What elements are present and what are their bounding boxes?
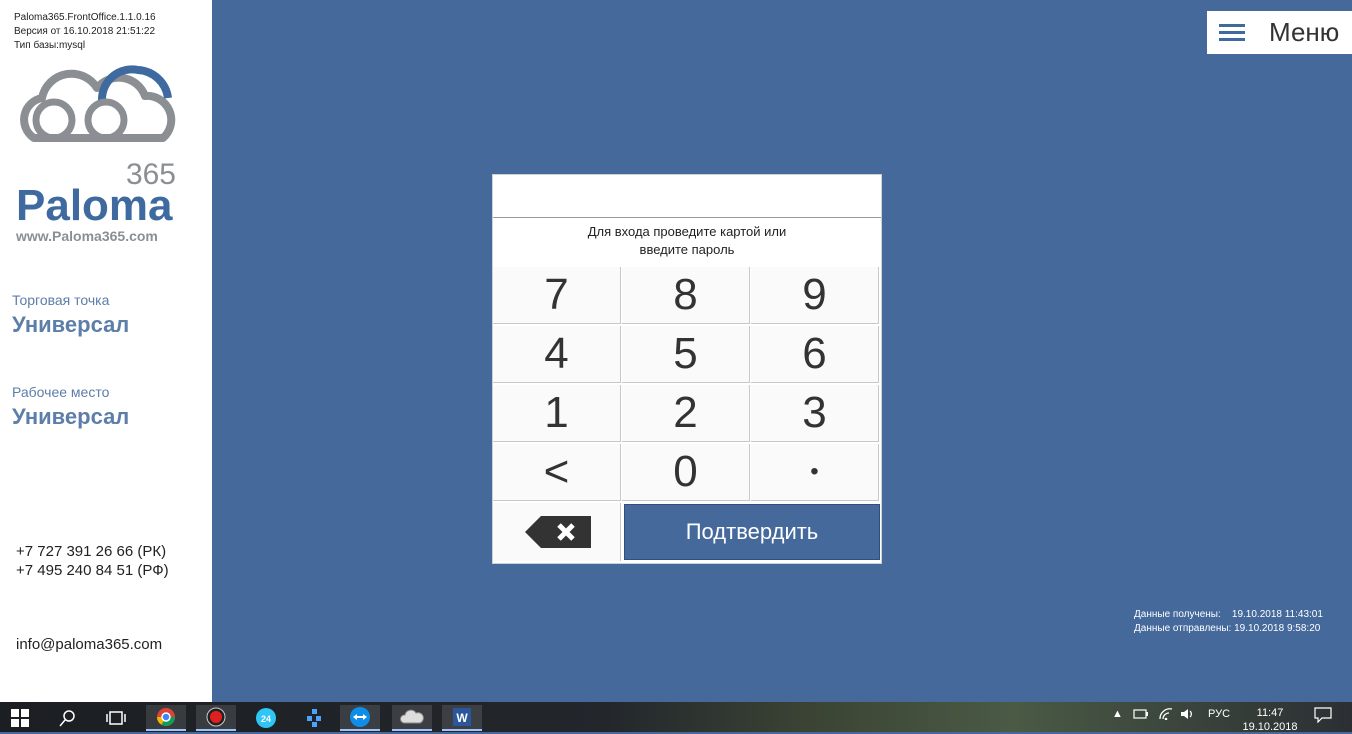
prompt-line-2: введите пароль [639,242,735,257]
record-icon[interactable] [196,705,236,731]
email-address: info@paloma365.com [16,636,163,653]
key-dot[interactable]: • [751,444,879,501]
key-2[interactable]: 2 [622,385,750,442]
word-icon[interactable]: W [442,705,482,731]
key-9[interactable]: 9 [751,267,879,324]
prompt-line-1: Для входа проведите картой или [587,224,787,239]
build-line: Версия от 16.10.2018 21:51:22 [14,26,156,37]
paloma365-logo: 365 Paloma [16,65,176,230]
volume-icon[interactable] [1180,708,1196,723]
sent-value: 19.10.2018 9:58:20 [1234,623,1321,634]
sent-label: Данные отправлены: [1134,623,1232,634]
received-value: 19.10.2018 11:43:01 [1231,609,1323,620]
tray-expand-icon[interactable]: ▲ [1112,708,1123,720]
clear-icon [524,516,591,548]
language-indicator[interactable]: РУС [1208,708,1230,720]
db-line: Тип базы:mysql [14,40,86,51]
key-5[interactable]: 5 [622,326,750,383]
workplace-label: Рабочее место [12,384,110,400]
svg-text:W: W [456,711,468,725]
version-info: Paloma365.FrontOffice.1.1.0.16 Версия от… [14,11,156,53]
clear-button[interactable] [493,503,621,561]
search-icon[interactable] [48,705,88,731]
key-6[interactable]: 6 [751,326,879,383]
workplace-value: Универсал [12,404,130,429]
key-1[interactable]: 1 [493,385,621,442]
key-3[interactable]: 3 [751,385,879,442]
point-label: Торговая точка [12,292,110,308]
logo-name: Paloma [16,181,173,230]
svg-text:24: 24 [261,714,271,724]
menu-button[interactable]: Меню [1207,11,1352,54]
key-0[interactable]: 0 [622,444,750,501]
confirm-button[interactable]: Подтвердить [624,504,880,560]
sidebar: Paloma365.FrontOffice.1.1.0.16 Версия от… [0,0,212,702]
phone-ru: +7 495 240 84 51 (РФ) [16,562,169,579]
clock[interactable]: 11:47 19.10.2018 [1240,706,1300,734]
wifi-icon[interactable] [1158,708,1174,723]
point-value: Универсал [12,312,130,337]
version-line: Paloma365.FrontOffice.1.1.0.16 [14,12,156,23]
taskbar: 24 W ▲ РУС 11:47 19.10.2018 [0,702,1352,734]
login-dialog: Для входа проведите картой или введите п… [492,174,882,564]
login-prompt: Для входа проведите картой или введите п… [493,223,881,259]
phone-kz: +7 727 391 26 66 (РК) [16,543,167,560]
battery-icon[interactable] [1133,708,1149,723]
menu-label: Меню [1269,17,1340,47]
windows-start-icon[interactable] [0,705,40,731]
received-label: Данные получены: [1134,609,1221,620]
key-4[interactable]: 4 [493,326,621,383]
bitrix24-icon[interactable]: 24 [246,705,286,731]
phone-block: +7 727 391 26 66 (РК) +7 495 240 84 51 (… [16,542,169,580]
notification-icon[interactable] [1314,707,1332,726]
network-icon[interactable] [294,705,334,731]
key-8[interactable]: 8 [622,267,750,324]
password-field[interactable] [493,175,881,218]
clock-time: 11:47 [1256,707,1284,719]
key-7[interactable]: 7 [493,267,621,324]
sync-status: Данные получены: 19.10.2018 11:43:01 Дан… [1134,608,1323,636]
hamburger-icon [1219,23,1245,42]
teamviewer-icon[interactable] [340,705,380,731]
paloma-icon[interactable] [392,705,432,731]
key-backspace[interactable]: < [493,444,621,501]
logo-url: www.Paloma365.com [16,228,158,244]
chrome-icon[interactable] [146,705,186,731]
task-view-icon[interactable] [96,705,136,731]
